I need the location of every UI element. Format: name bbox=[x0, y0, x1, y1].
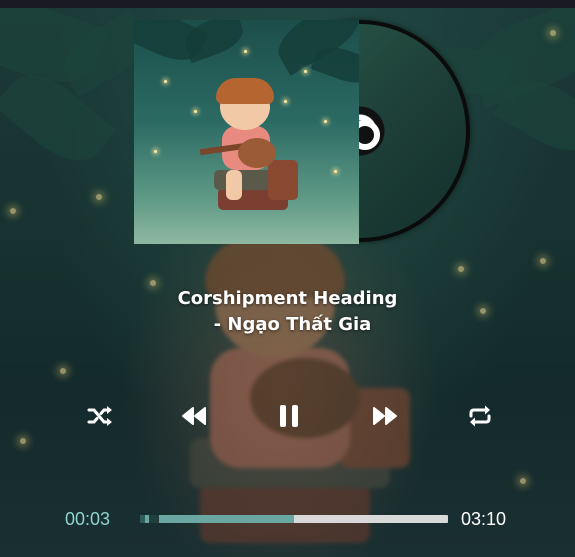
song-info: Corshipment Heading - Ngạo Thất Gia bbox=[0, 286, 575, 338]
next-button[interactable] bbox=[369, 400, 401, 432]
top-bar bbox=[0, 0, 575, 8]
playback-controls bbox=[0, 396, 575, 436]
rewind-icon bbox=[182, 407, 206, 425]
fast-forward-icon bbox=[373, 407, 397, 425]
shuffle-icon bbox=[87, 406, 112, 426]
repeat-icon bbox=[469, 405, 491, 427]
album-cover bbox=[134, 20, 359, 244]
buffer-bar bbox=[140, 515, 294, 523]
progress-row: 00:03 03:10 bbox=[0, 506, 575, 532]
played-bar bbox=[140, 515, 145, 523]
progress-slider[interactable] bbox=[140, 515, 448, 523]
progress-thumb[interactable] bbox=[149, 515, 159, 523]
song-title: Corshipment Heading bbox=[177, 288, 398, 309]
pause-button[interactable] bbox=[273, 400, 305, 432]
pause-icon bbox=[280, 405, 298, 427]
total-time: 03:10 bbox=[461, 509, 507, 529]
song-artist: - Ngạo Thất Gia bbox=[213, 314, 372, 335]
shuffle-button[interactable] bbox=[84, 400, 116, 432]
repeat-button[interactable] bbox=[464, 400, 496, 432]
current-time: 00:03 bbox=[65, 509, 111, 529]
previous-button[interactable] bbox=[178, 400, 210, 432]
